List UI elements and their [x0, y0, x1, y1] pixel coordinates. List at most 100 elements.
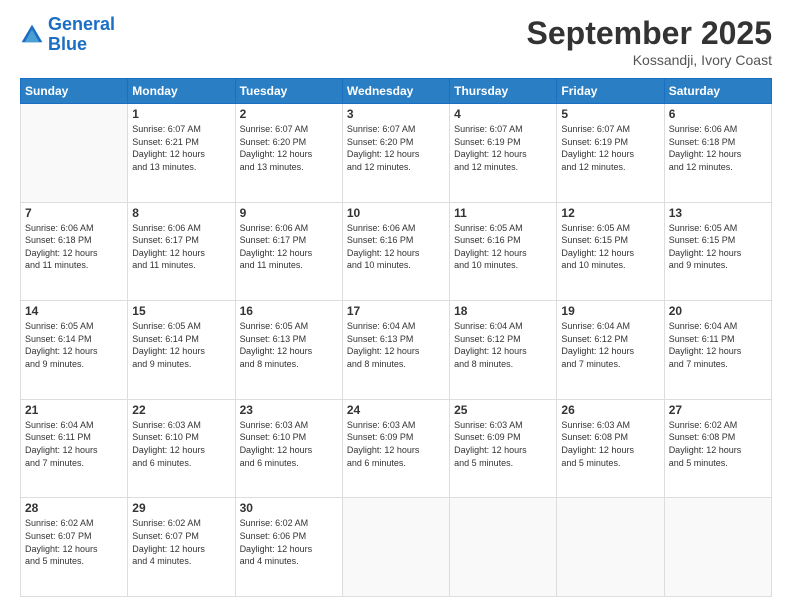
day-info: Sunrise: 6:07 AM Sunset: 6:21 PM Dayligh… — [132, 123, 230, 173]
day-info: Sunrise: 6:05 AM Sunset: 6:14 PM Dayligh… — [25, 320, 123, 370]
day-number: 18 — [454, 304, 552, 318]
day-info: Sunrise: 6:07 AM Sunset: 6:20 PM Dayligh… — [240, 123, 338, 173]
calendar-day-cell: 22 Sunrise: 6:03 AM Sunset: 6:10 PM Dayli… — [128, 399, 235, 498]
day-info: Sunrise: 6:04 AM Sunset: 6:11 PM Dayligh… — [669, 320, 767, 370]
calendar-day-cell: 23 Sunrise: 6:03 AM Sunset: 6:10 PM Dayli… — [235, 399, 342, 498]
calendar-day-cell: 28Sunrise: 6:02 AM Sunset: 6:07 PM Dayli… — [21, 498, 128, 597]
calendar-day-cell: 26 Sunrise: 6:03 AM Sunset: 6:08 PM Dayli… — [557, 399, 664, 498]
day-number: 20 — [669, 304, 767, 318]
day-info: Sunrise: 6:03 AM Sunset: 6:10 PM Dayligh… — [132, 419, 230, 469]
calendar-header-row: SundayMondayTuesdayWednesdayThursdayFrid… — [21, 79, 772, 104]
day-number: 25 — [454, 403, 552, 417]
day-info: Sunrise: 6:06 AM Sunset: 6:16 PM Dayligh… — [347, 222, 445, 272]
logo-text: General Blue — [48, 15, 115, 55]
day-info: Sunrise: 6:04 AM Sunset: 6:11 PM Dayligh… — [25, 419, 123, 469]
day-info: Sunrise: 6:07 AM Sunset: 6:19 PM Dayligh… — [454, 123, 552, 173]
weekday-header: Friday — [557, 79, 664, 104]
calendar-day-cell: 12 Sunrise: 6:05 AM Sunset: 6:15 PM Dayli… — [557, 202, 664, 301]
calendar-day-cell: 8Sunrise: 6:06 AM Sunset: 6:17 PM Daylig… — [128, 202, 235, 301]
day-number: 13 — [669, 206, 767, 220]
calendar-day-cell: 27Sunrise: 6:02 AM Sunset: 6:08 PM Dayli… — [664, 399, 771, 498]
calendar-day-cell: 15 Sunrise: 6:05 AM Sunset: 6:14 PM Dayli… — [128, 301, 235, 400]
calendar-day-cell: 24Sunrise: 6:03 AM Sunset: 6:09 PM Dayli… — [342, 399, 449, 498]
calendar-day-cell: 4 Sunrise: 6:07 AM Sunset: 6:19 PM Daylig… — [450, 104, 557, 203]
day-number: 19 — [561, 304, 659, 318]
day-number: 5 — [561, 107, 659, 121]
day-info: Sunrise: 6:05 AM Sunset: 6:15 PM Dayligh… — [561, 222, 659, 272]
weekday-header: Wednesday — [342, 79, 449, 104]
calendar-day-cell — [450, 498, 557, 597]
calendar-day-cell: 7 Sunrise: 6:06 AM Sunset: 6:18 PM Daylig… — [21, 202, 128, 301]
logo: General Blue — [20, 15, 115, 55]
calendar-day-cell: 25 Sunrise: 6:03 AM Sunset: 6:09 PM Dayli… — [450, 399, 557, 498]
weekday-header: Thursday — [450, 79, 557, 104]
calendar-day-cell — [21, 104, 128, 203]
logo-general: General — [48, 14, 115, 34]
calendar-day-cell: 10 Sunrise: 6:06 AM Sunset: 6:16 PM Dayli… — [342, 202, 449, 301]
day-number: 12 — [561, 206, 659, 220]
day-info: Sunrise: 6:06 AM Sunset: 6:18 PM Dayligh… — [25, 222, 123, 272]
calendar-day-cell: 9Sunrise: 6:06 AM Sunset: 6:17 PM Daylig… — [235, 202, 342, 301]
day-number: 27 — [669, 403, 767, 417]
calendar-week-row: 7 Sunrise: 6:06 AM Sunset: 6:18 PM Daylig… — [21, 202, 772, 301]
day-info: Sunrise: 6:07 AM Sunset: 6:20 PM Dayligh… — [347, 123, 445, 173]
day-number: 9 — [240, 206, 338, 220]
day-number: 26 — [561, 403, 659, 417]
calendar-day-cell: 19 Sunrise: 6:04 AM Sunset: 6:12 PM Dayli… — [557, 301, 664, 400]
calendar-table: SundayMondayTuesdayWednesdayThursdayFrid… — [20, 78, 772, 597]
calendar-day-cell: 20 Sunrise: 6:04 AM Sunset: 6:11 PM Dayli… — [664, 301, 771, 400]
day-info: Sunrise: 6:03 AM Sunset: 6:08 PM Dayligh… — [561, 419, 659, 469]
calendar-day-cell: 1Sunrise: 6:07 AM Sunset: 6:21 PM Daylig… — [128, 104, 235, 203]
calendar-week-row: 21 Sunrise: 6:04 AM Sunset: 6:11 PM Dayli… — [21, 399, 772, 498]
calendar-day-cell — [664, 498, 771, 597]
day-number: 29 — [132, 501, 230, 515]
day-number: 16 — [240, 304, 338, 318]
calendar-day-cell: 3 Sunrise: 6:07 AM Sunset: 6:20 PM Daylig… — [342, 104, 449, 203]
calendar-day-cell: 21 Sunrise: 6:04 AM Sunset: 6:11 PM Dayli… — [21, 399, 128, 498]
day-info: Sunrise: 6:04 AM Sunset: 6:12 PM Dayligh… — [561, 320, 659, 370]
day-info: Sunrise: 6:06 AM Sunset: 6:18 PM Dayligh… — [669, 123, 767, 173]
calendar-day-cell: 5 Sunrise: 6:07 AM Sunset: 6:19 PM Daylig… — [557, 104, 664, 203]
weekday-header: Tuesday — [235, 79, 342, 104]
day-info: Sunrise: 6:02 AM Sunset: 6:06 PM Dayligh… — [240, 517, 338, 567]
calendar-day-cell: 29 Sunrise: 6:02 AM Sunset: 6:07 PM Dayli… — [128, 498, 235, 597]
day-number: 28 — [25, 501, 123, 515]
page: General Blue September 2025 Kossandji, I… — [0, 0, 792, 612]
day-number: 6 — [669, 107, 767, 121]
calendar-day-cell — [557, 498, 664, 597]
day-number: 2 — [240, 107, 338, 121]
day-info: Sunrise: 6:04 AM Sunset: 6:12 PM Dayligh… — [454, 320, 552, 370]
day-info: Sunrise: 6:07 AM Sunset: 6:19 PM Dayligh… — [561, 123, 659, 173]
day-number: 23 — [240, 403, 338, 417]
day-info: Sunrise: 6:05 AM Sunset: 6:15 PM Dayligh… — [669, 222, 767, 272]
calendar-day-cell: 17Sunrise: 6:04 AM Sunset: 6:13 PM Dayli… — [342, 301, 449, 400]
calendar-day-cell — [342, 498, 449, 597]
day-info: Sunrise: 6:05 AM Sunset: 6:14 PM Dayligh… — [132, 320, 230, 370]
day-number: 15 — [132, 304, 230, 318]
location: Kossandji, Ivory Coast — [527, 52, 772, 68]
calendar-day-cell: 18 Sunrise: 6:04 AM Sunset: 6:12 PM Dayli… — [450, 301, 557, 400]
day-info: Sunrise: 6:03 AM Sunset: 6:10 PM Dayligh… — [240, 419, 338, 469]
calendar-week-row: 1Sunrise: 6:07 AM Sunset: 6:21 PM Daylig… — [21, 104, 772, 203]
day-number: 3 — [347, 107, 445, 121]
title-block: September 2025 Kossandji, Ivory Coast — [527, 15, 772, 68]
calendar-day-cell: 16 Sunrise: 6:05 AM Sunset: 6:13 PM Dayli… — [235, 301, 342, 400]
day-number: 4 — [454, 107, 552, 121]
day-number: 7 — [25, 206, 123, 220]
day-number: 22 — [132, 403, 230, 417]
day-number: 24 — [347, 403, 445, 417]
day-info: Sunrise: 6:02 AM Sunset: 6:07 PM Dayligh… — [132, 517, 230, 567]
day-info: Sunrise: 6:03 AM Sunset: 6:09 PM Dayligh… — [454, 419, 552, 469]
weekday-header: Saturday — [664, 79, 771, 104]
day-info: Sunrise: 6:05 AM Sunset: 6:13 PM Dayligh… — [240, 320, 338, 370]
calendar-day-cell: 30Sunrise: 6:02 AM Sunset: 6:06 PM Dayli… — [235, 498, 342, 597]
day-info: Sunrise: 6:06 AM Sunset: 6:17 PM Dayligh… — [132, 222, 230, 272]
day-number: 17 — [347, 304, 445, 318]
weekday-header: Monday — [128, 79, 235, 104]
day-number: 10 — [347, 206, 445, 220]
calendar-day-cell: 6 Sunrise: 6:06 AM Sunset: 6:18 PM Daylig… — [664, 104, 771, 203]
header: General Blue September 2025 Kossandji, I… — [20, 15, 772, 68]
day-number: 21 — [25, 403, 123, 417]
calendar-week-row: 28 Sunrise: 6:02 AM Sunset: 6:07 PM Dayli… — [21, 498, 772, 597]
logo-blue: Blue — [48, 35, 115, 55]
